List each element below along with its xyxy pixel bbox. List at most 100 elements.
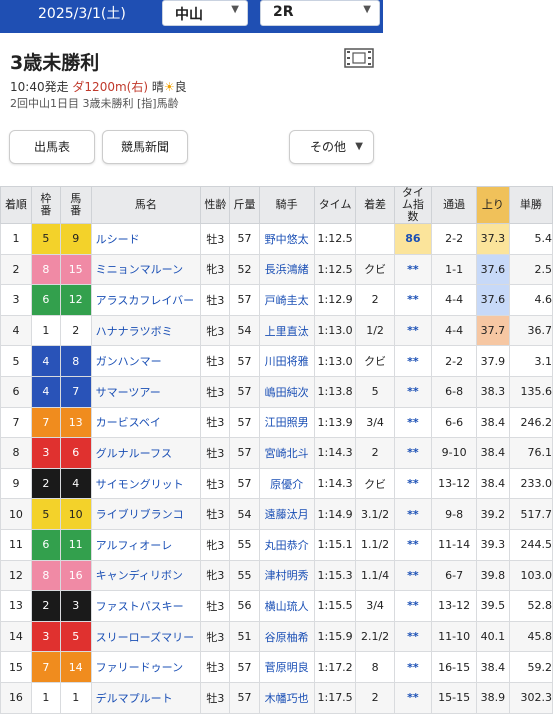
- horse-name-link[interactable]: デルマプルート: [90, 681, 202, 714]
- col-waku[interactable]: 枠番: [30, 186, 61, 224]
- other-menu-button[interactable]: その他 ▼: [289, 130, 374, 164]
- time-index-cell[interactable]: **: [393, 590, 433, 622]
- horse-name-link[interactable]: サマーツアー: [90, 375, 202, 408]
- col-sex-age[interactable]: 性齢: [200, 186, 231, 224]
- sex-age-cell: 牡3: [200, 651, 231, 683]
- jockey-link[interactable]: 原優介: [258, 467, 315, 500]
- jockey-link[interactable]: 野中悠太: [258, 223, 315, 255]
- time-index-cell[interactable]: **: [393, 498, 433, 530]
- jockey-link[interactable]: 津村明秀: [258, 559, 315, 592]
- horse-name-link[interactable]: スリーローズマリー: [90, 620, 202, 653]
- horse-number-cell: 11: [59, 528, 92, 561]
- waku-cell: 6: [30, 284, 61, 316]
- jockey-link[interactable]: 上里直汰: [258, 314, 315, 347]
- race-number-select[interactable]: 2R ▼: [260, 0, 380, 26]
- horse-name-link[interactable]: アルフィオーレ: [90, 528, 202, 561]
- jockey-link[interactable]: 丸田恭介: [258, 528, 315, 561]
- horse-name-link[interactable]: カービスベイ: [90, 406, 202, 439]
- table-row: 5 4 8 ガンハンマー 牡3 57 川田将雅 1:13.0 クビ ** 2-2 37.9 3.1: [0, 345, 553, 377]
- time-index-cell[interactable]: **: [393, 284, 433, 316]
- horse-name-link[interactable]: ファリードゥーン: [90, 651, 202, 683]
- video-replay-icon[interactable]: [344, 48, 374, 68]
- time-index-cell[interactable]: **: [393, 253, 433, 286]
- time-index-cell[interactable]: **: [393, 375, 433, 408]
- jockey-link[interactable]: 遠藤汰月: [258, 498, 315, 530]
- race-date: 2025/3/1(土): [38, 6, 126, 22]
- jockey-link[interactable]: 横山琉人: [258, 590, 315, 622]
- weight-cell: 57: [229, 284, 260, 316]
- col-time[interactable]: タイム: [313, 186, 357, 224]
- jockey-link[interactable]: 川田将雅: [258, 345, 315, 377]
- jockey-link[interactable]: 宮崎北斗: [258, 437, 315, 469]
- horse-name-link[interactable]: グルナルーフス: [90, 437, 202, 469]
- passing-cell: 16-15: [431, 651, 478, 683]
- horse-name-link[interactable]: サイモングリット: [90, 467, 202, 500]
- col-rank[interactable]: 着順: [0, 186, 32, 224]
- col-agari[interactable]: 上り: [476, 186, 510, 224]
- passing-cell: 6-8: [431, 375, 478, 408]
- jockey-link[interactable]: 江田照男: [258, 406, 315, 439]
- horse-number-cell: 4: [59, 467, 92, 500]
- entries-button[interactable]: 出馬表: [9, 130, 95, 164]
- waku-cell: 5: [30, 498, 61, 530]
- other-menu-label: その他: [310, 140, 347, 154]
- jockey-link[interactable]: 嶋田純次: [258, 375, 315, 408]
- col-margin[interactable]: 着差: [355, 186, 395, 224]
- time-index-cell[interactable]: **: [393, 437, 433, 469]
- time-index-cell[interactable]: **: [393, 651, 433, 683]
- col-passing[interactable]: 通過: [431, 186, 478, 224]
- col-jockey[interactable]: 騎手: [258, 186, 315, 224]
- passing-cell: 4-4: [431, 314, 478, 347]
- col-time-index[interactable]: タイム指数: [393, 186, 433, 224]
- horse-name-link[interactable]: アラスカフレイバー: [90, 284, 202, 316]
- margin-cell: 2.1/2: [355, 620, 395, 653]
- margin-cell: 1/2: [355, 314, 395, 347]
- newspaper-button[interactable]: 競馬新聞: [102, 130, 188, 164]
- weight-cell: 57: [229, 681, 260, 714]
- time-index-cell[interactable]: **: [393, 345, 433, 377]
- time-index-cell[interactable]: **: [393, 314, 433, 347]
- horse-name-link[interactable]: ガンハンマー: [90, 345, 202, 377]
- waku-cell: 3: [30, 620, 61, 653]
- horse-name-link[interactable]: ミニョンマルーン: [90, 253, 202, 286]
- horse-name-link[interactable]: ファストパスキー: [90, 590, 202, 622]
- odds-cell: 36.7: [508, 314, 553, 347]
- horse-name-link[interactable]: ハナナラツボミ: [90, 314, 202, 347]
- waku-cell: 1: [30, 681, 61, 714]
- horse-number-cell: 14: [59, 651, 92, 683]
- agari-cell: 37.3: [476, 223, 510, 255]
- time-index-cell[interactable]: **: [393, 620, 433, 653]
- col-weight[interactable]: 斤量: [229, 186, 260, 224]
- margin-cell: 3.1/2: [355, 498, 395, 530]
- margin-cell: 2: [355, 284, 395, 316]
- time-index-cell[interactable]: **: [393, 467, 433, 500]
- jockey-link[interactable]: 菅原明良: [258, 651, 315, 683]
- time-index-cell[interactable]: **: [393, 681, 433, 714]
- col-number-label: 馬番: [70, 192, 82, 217]
- horse-name-link[interactable]: ルシード: [90, 223, 202, 255]
- passing-cell: 2-2: [431, 345, 478, 377]
- rank-cell: 10: [0, 498, 32, 530]
- sex-age-cell: 牡3: [200, 284, 231, 316]
- time-index-cell[interactable]: **: [393, 559, 433, 592]
- time-index-cell[interactable]: **: [393, 528, 433, 561]
- time-index-cell[interactable]: 86: [393, 223, 433, 255]
- horse-number-cell: 10: [59, 498, 92, 530]
- waku-cell: 5: [30, 223, 61, 255]
- venue-select[interactable]: 中山 ▼: [162, 0, 248, 26]
- jockey-link[interactable]: 谷原柚希: [258, 620, 315, 653]
- jockey-link[interactable]: 長浜鴻緒: [258, 253, 315, 286]
- race-detail: 2回中山1日目 3歳未勝利 [指]馬齢: [10, 97, 179, 110]
- col-odds[interactable]: 単勝: [508, 186, 553, 224]
- horse-name-link[interactable]: キャンディリボン: [90, 559, 202, 592]
- col-horse[interactable]: 馬名: [90, 186, 202, 224]
- race-title: 3歳未勝利: [10, 52, 100, 74]
- col-number[interactable]: 馬番: [59, 186, 92, 224]
- time-index-cell[interactable]: **: [393, 406, 433, 439]
- table-row: 3 6 12 アラスカフレイバー 牡3 57 戸崎圭太 1:12.9 2 ** 4-4 37.6 4.6: [0, 284, 553, 316]
- chevron-down-icon: ▼: [363, 4, 371, 15]
- horse-name-link[interactable]: ライブリブランコ: [90, 498, 202, 530]
- jockey-link[interactable]: 木幡巧也: [258, 681, 315, 714]
- table-row: 14 3 5 スリーローズマリー 牝3 51 谷原柚希 1:15.9 2.1/2 ** 11-10 4…: [0, 620, 553, 653]
- jockey-link[interactable]: 戸崎圭太: [258, 284, 315, 316]
